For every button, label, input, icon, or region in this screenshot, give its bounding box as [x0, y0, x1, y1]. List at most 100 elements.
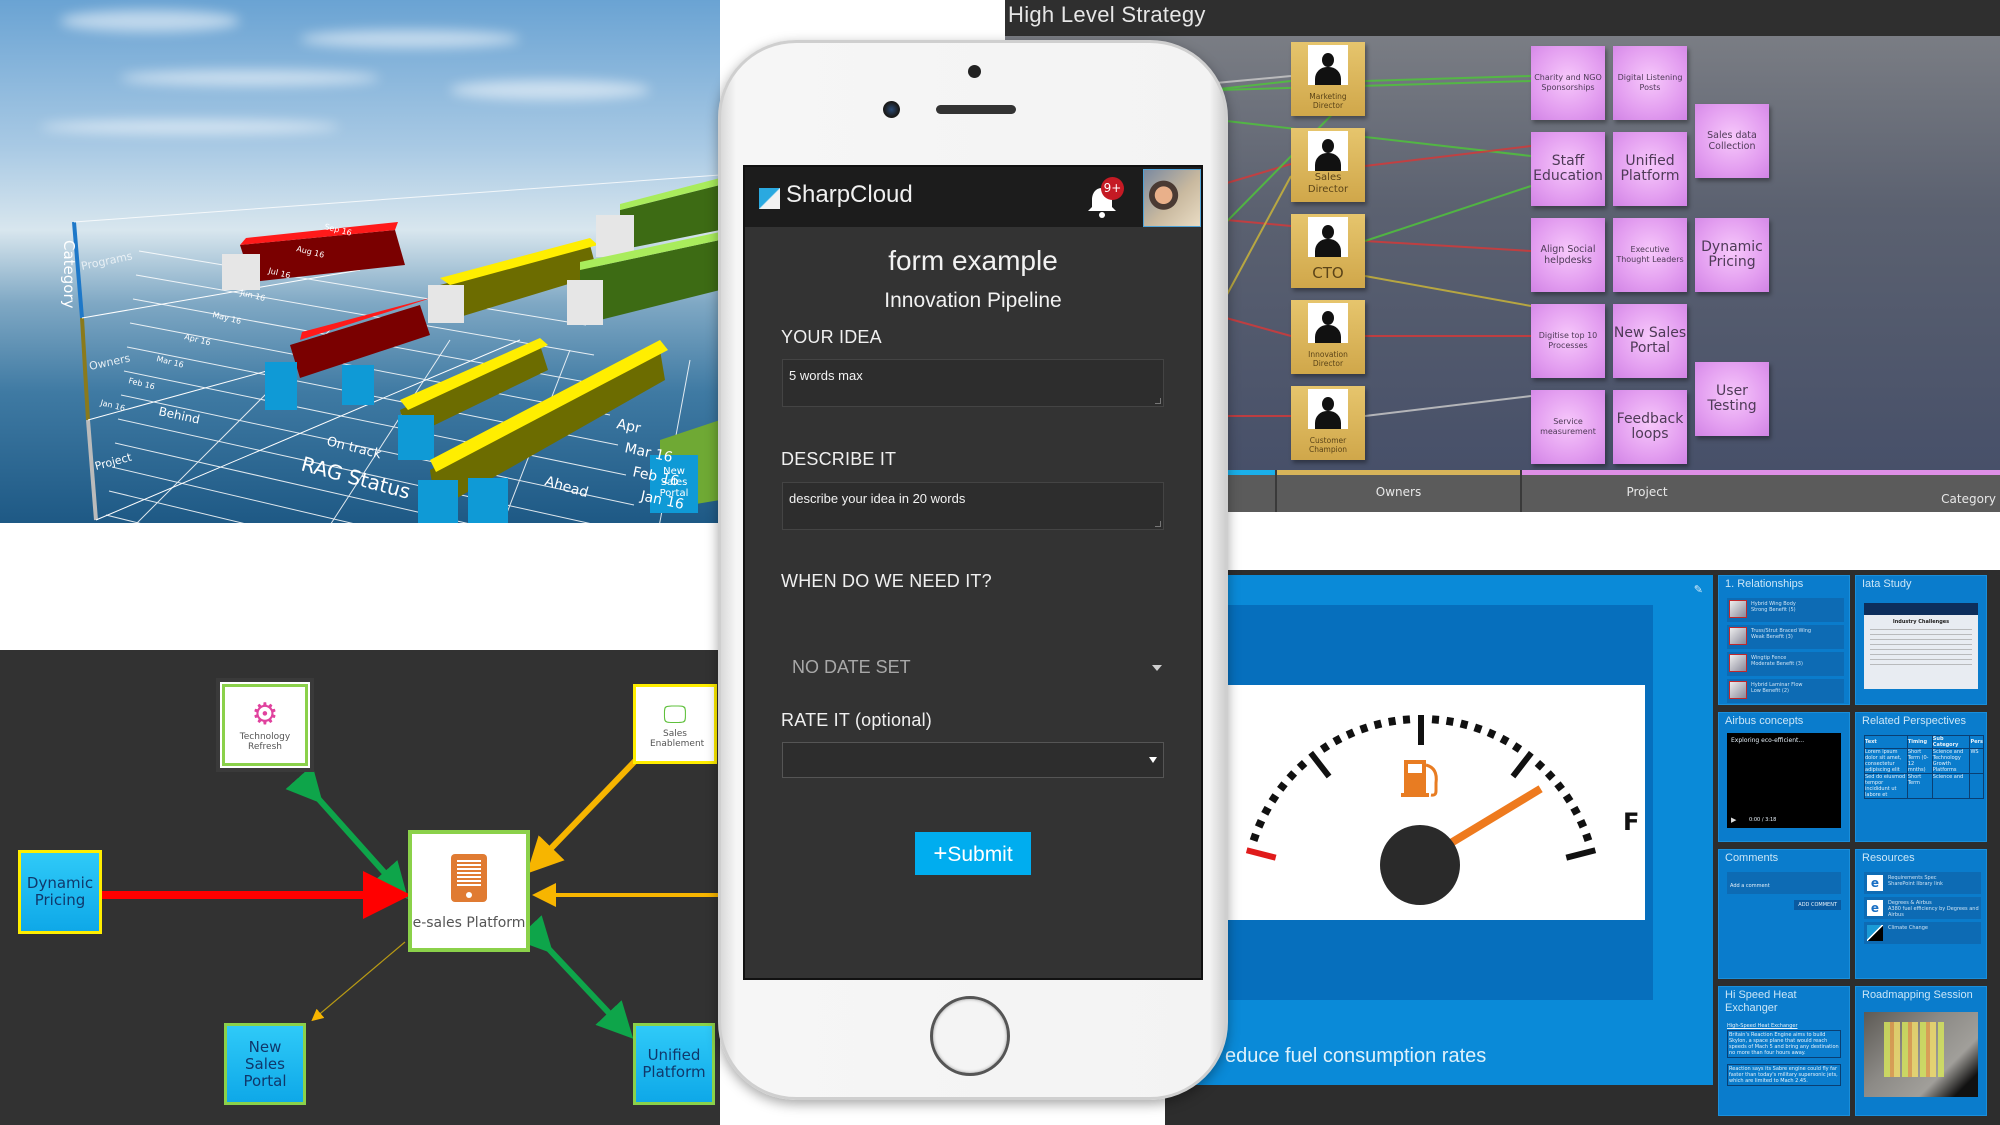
ie-icon: e — [1867, 875, 1883, 891]
project-node[interactable]: Unified Platform — [1613, 132, 1687, 206]
slide-title: Industry Challenges — [1892, 619, 1950, 625]
node-label: Sales Director — [1307, 172, 1349, 195]
relationship-diagram[interactable]: ⚙ Technology Refresh 🖵 Sales Enablement … — [0, 650, 720, 1125]
owner-node[interactable]: Customer Champion — [1291, 386, 1365, 460]
app-name: SharpCloud — [786, 181, 913, 208]
tile-title: 1. Relationships — [1725, 578, 1804, 590]
resize-handle[interactable] — [1155, 398, 1161, 404]
comment-input[interactable]: Add a comment — [1727, 872, 1841, 894]
sticky-notes — [1884, 1022, 1944, 1077]
node-technology-refresh[interactable]: ⚙ Technology Refresh — [216, 678, 314, 772]
gear-refresh-icon: ⚙ — [251, 697, 279, 732]
edit-pencil-icon[interactable]: ✎ — [1694, 583, 1703, 596]
resource-item[interactable]: e Requirements Spec SharePoint library lin… — [1864, 872, 1981, 894]
bar-end-cap — [418, 480, 458, 523]
project-node[interactable]: Digital Listening Posts — [1613, 46, 1687, 120]
project-node[interactable]: Digitise top 10 Processes — [1531, 304, 1605, 378]
node-label: Digitise top 10 Processes — [1538, 331, 1598, 350]
rating-select[interactable] — [782, 742, 1164, 778]
relationship-item[interactable]: Hybrid Laminar Flow Low Benefit (2) — [1727, 679, 1844, 703]
tile-iata-study[interactable]: Iata Study Industry Challenges — [1855, 575, 1987, 705]
node-label: Innovation Director — [1308, 350, 1348, 368]
column-header: Pers — [1969, 735, 1984, 749]
gauge-hub — [1380, 825, 1460, 905]
story-card[interactable]: ✎ E F educe fuel consumptio — [1173, 575, 1713, 1085]
home-button[interactable] — [930, 996, 1010, 1076]
project-node[interactable]: New Sales Portal — [1613, 304, 1687, 378]
project-node[interactable]: Sales data Collection — [1695, 104, 1769, 178]
node-sales-enablement[interactable]: 🖵 Sales Enablement — [633, 684, 717, 764]
gauge-tick — [1332, 734, 1343, 746]
tile-airbus-concepts[interactable]: Airbus concepts Exploring eco-efficient.… — [1718, 712, 1850, 842]
project-node[interactable]: Dynamic Pricing — [1695, 218, 1769, 292]
bar-end-icon-box — [567, 280, 603, 325]
relationship-line — [1364, 240, 1532, 252]
tile-comments[interactable]: Comments Add a comment ADD COMMENT — [1718, 849, 1850, 979]
project-node[interactable]: Staff Education — [1531, 132, 1605, 206]
rag-3d-view[interactable]: New Sales Portal Programs Owners Project C… — [0, 0, 720, 523]
table-cell: Short Term — [1906, 773, 1933, 799]
category-axis-project — [86, 419, 98, 521]
project-node[interactable]: User Testing — [1695, 362, 1769, 436]
gauge-tick — [1499, 734, 1510, 746]
node-dynamic-pricing[interactable]: Dynamic Pricing — [18, 850, 102, 934]
tile-relationships[interactable]: 1. Relationships Hybrid Wing Body Strong … — [1718, 575, 1850, 705]
submit-button[interactable]: +Submit — [915, 832, 1031, 875]
relationship-item[interactable]: Wingtip Fence Moderate Benefit (3) — [1727, 652, 1844, 676]
notification-badge[interactable]: 9+ — [1101, 177, 1124, 200]
node-center-e-sales-platform[interactable]: e-sales Platform — [408, 830, 530, 952]
play-icon[interactable]: ▶ — [1731, 816, 1736, 824]
session-photo — [1864, 1012, 1978, 1097]
relationship-line — [1364, 395, 1532, 417]
gauge-tick — [1373, 719, 1383, 730]
month-label: Jun 16 — [239, 288, 267, 303]
resize-handle[interactable] — [1155, 521, 1161, 527]
resource-item[interactable]: e Degrees & Airbus A380 fuel efficiency by… — [1864, 897, 1981, 919]
gauge-tick — [1431, 715, 1440, 724]
table-row: Lorem ipsum dolor sit amet, consectetur … — [1864, 748, 1984, 774]
node-label: New Sales Portal — [243, 1037, 287, 1090]
project-node[interactable]: Service measurement — [1531, 390, 1605, 464]
resource-item[interactable]: Climate Change — [1864, 922, 1981, 944]
tile-roadmapping-session[interactable]: Roadmapping Session — [1855, 986, 1987, 1116]
node-new-sales-portal[interactable]: New Sales Portal — [224, 1023, 306, 1105]
rag-level-label: Behind — [157, 404, 201, 426]
node-unified-platform[interactable]: Unified Platform — [633, 1023, 715, 1105]
tile-heat-exchanger[interactable]: Hi Speed Heat Exchanger High-Speed Heat … — [1718, 986, 1850, 1116]
project-node[interactable]: Feedback loops — [1613, 390, 1687, 464]
describe-textarea[interactable]: describe your idea in 20 words — [782, 482, 1164, 530]
item-sub: A380 fuel efficiency by Degrees and Airb… — [1888, 906, 1979, 918]
grid-line — [81, 269, 361, 319]
axis-title-category: Category — [60, 240, 78, 309]
node-label: Charity and NGO Sponsorships — [1534, 73, 1602, 92]
relationship-item[interactable]: Hybrid Wing Body Strong Benefit (5) — [1727, 598, 1844, 622]
column-header-owners[interactable]: Owners — [1275, 470, 1520, 512]
column-header-project[interactable]: Project — [1520, 470, 2000, 512]
project-node[interactable]: Executive Thought Leaders — [1613, 218, 1687, 292]
tablet-icon — [451, 854, 487, 902]
gauge-tick — [1473, 723, 1483, 734]
owner-node[interactable]: Innovation Director — [1291, 300, 1365, 374]
gauge-tick — [1576, 819, 1588, 829]
relationship-item[interactable]: Truss/Strut Braced Wing Weak Benefit (3) — [1727, 625, 1844, 649]
table-cell: WS — [1969, 748, 1984, 774]
tile-related-perspectives[interactable]: Related Perspectives Text Timing Sub Categ… — [1855, 712, 1987, 842]
fuel-pump-icon — [1401, 760, 1438, 797]
owner-node[interactable]: CTO — [1291, 214, 1365, 288]
user-avatar[interactable] — [1143, 169, 1201, 227]
table-row: Sed do eiusmod tempor incididunt ut labo… — [1864, 773, 1984, 799]
tile-resources[interactable]: Resources e Requirements Spec SharePoint l… — [1855, 849, 1987, 979]
sharpcloud-logo-icon — [759, 188, 780, 209]
add-comment-button[interactable]: ADD COMMENT — [1794, 900, 1841, 910]
project-node[interactable]: Align Social helpdesks — [1531, 218, 1605, 292]
owner-node[interactable]: Sales Director — [1291, 128, 1365, 202]
owner-node[interactable]: Marketing Director — [1291, 42, 1365, 116]
idea-textarea[interactable]: 5 words max — [782, 359, 1164, 407]
table-cell: Short Term (0-12 mnths) — [1906, 748, 1933, 774]
video-player[interactable]: Exploring eco-efficient... ▶ 0:00 / 3:18 — [1727, 733, 1841, 828]
date-picker[interactable]: NO DATE SET — [792, 657, 1162, 687]
link-new-sales-portal — [311, 941, 406, 1022]
video-time: 0:00 / 3:18 — [1749, 817, 1777, 823]
project-node[interactable]: Charity and NGO Sponsorships — [1531, 46, 1605, 120]
tile-title: Roadmapping Session — [1862, 989, 1973, 1001]
